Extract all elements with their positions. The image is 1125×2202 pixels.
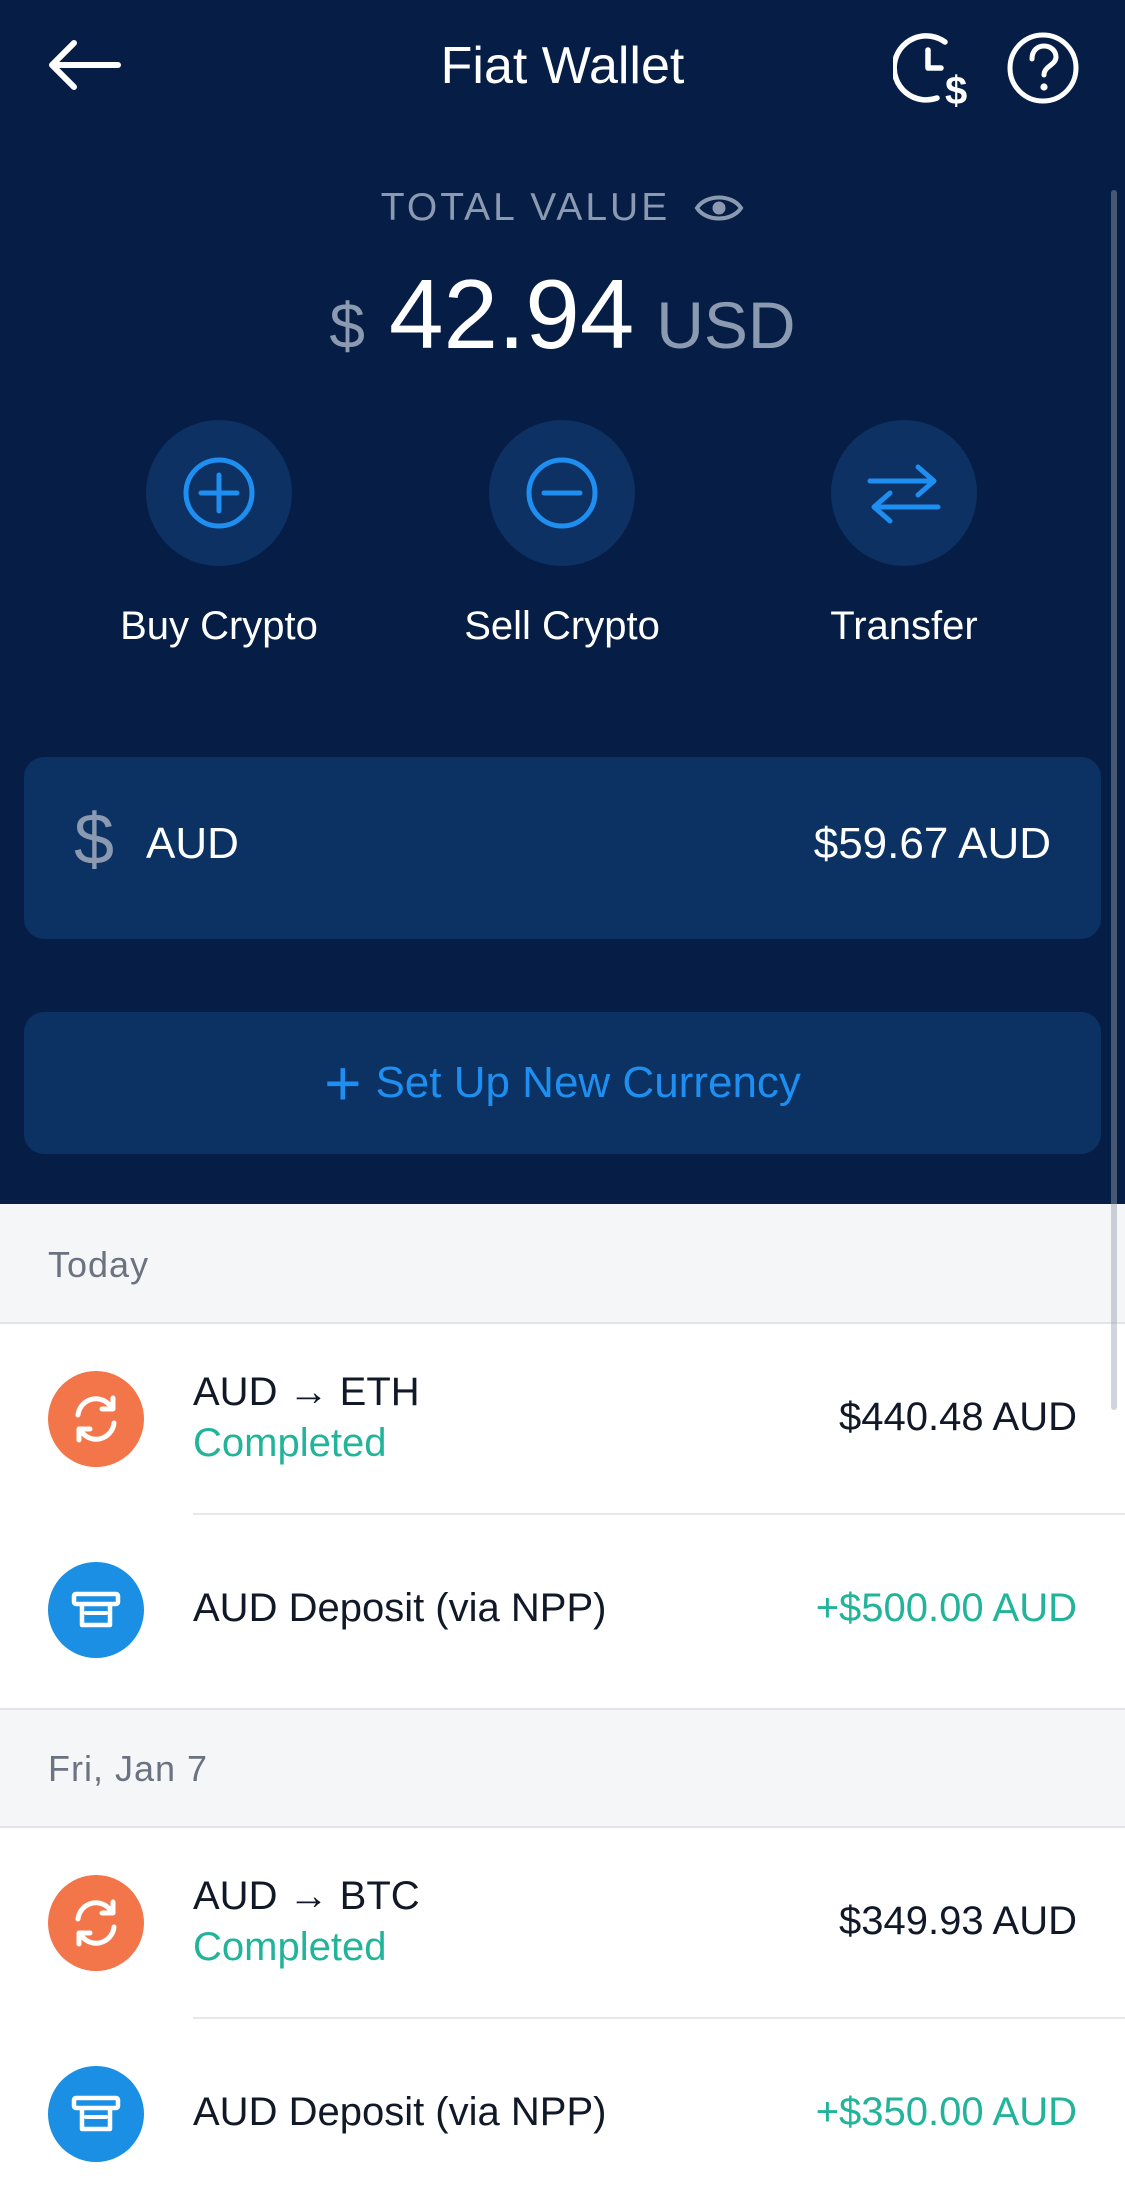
transfer-button[interactable]: Transfer — [774, 420, 1034, 649]
transaction-amount: $440.48 AUD — [839, 1395, 1077, 1439]
total-value-label-row: TOTAL VALUE — [0, 186, 1125, 230]
transaction-title: AUD Deposit (via NPP) — [193, 2090, 607, 2134]
transaction-amount: +$500.00 AUD — [815, 1586, 1077, 1630]
buy-crypto-button[interactable]: Buy Crypto — [89, 420, 349, 649]
bank-deposit-icon — [48, 2066, 144, 2162]
wallet-balance: $59.67 AUD — [813, 819, 1051, 868]
clock-dollar-icon: $ — [891, 33, 967, 113]
transaction-row[interactable]: AUD Deposit (via NPP) +$350.00 AUD — [0, 2019, 1125, 2202]
transfer-icon-circle — [831, 420, 977, 566]
wallet-currency-name: AUD — [146, 819, 239, 868]
transaction-row[interactable]: AUD Deposit (via NPP) +$500.00 AUD — [0, 1515, 1125, 1708]
balance-amount: 42.94 — [388, 259, 635, 369]
plus-icon: + — [324, 1047, 362, 1119]
transfer-label: Transfer — [830, 604, 978, 648]
buy-crypto-icon-circle — [146, 420, 292, 566]
transaction-status: Completed — [193, 1925, 387, 1969]
transaction-row[interactable]: AUD → BTC Completed $349.93 AUD — [0, 1828, 1125, 2019]
section-date: Fri, Jan 7 — [48, 1748, 209, 1789]
minus-circle-icon — [526, 457, 598, 529]
svg-text:$: $ — [945, 69, 967, 110]
section-header-today: Today — [0, 1204, 1125, 1324]
transaction-title: AUD → BTC — [193, 1874, 420, 1918]
wallet-header-panel: Fiat Wallet $ TOTAL VALUE $ 42.94 USD Bu… — [0, 0, 1125, 1204]
transaction-status: Completed — [193, 1421, 387, 1465]
transfer-arrows-icon — [867, 464, 941, 524]
transaction-amount: +$350.00 AUD — [815, 2090, 1077, 2134]
plus-circle-icon — [183, 457, 255, 529]
quick-actions: Buy Crypto Sell Crypto Transfer — [0, 420, 1125, 660]
exchange-icon — [48, 1875, 144, 1971]
section-date: Today — [48, 1244, 150, 1285]
question-circle-icon — [1007, 32, 1079, 104]
exchange-icon — [48, 1371, 144, 1467]
balance-currency-symbol: $ — [329, 290, 365, 362]
set-up-new-currency-label: Set Up New Currency — [375, 1058, 801, 1107]
bank-deposit-icon — [48, 1562, 144, 1658]
transaction-amount: $349.93 AUD — [839, 1899, 1077, 1943]
scrollbar[interactable] — [1111, 190, 1117, 1410]
section-header-jan-7: Fri, Jan 7 — [0, 1708, 1125, 1828]
total-value-label: TOTAL VALUE — [380, 186, 671, 229]
aud-dollar-icon: $ — [74, 800, 115, 880]
help-button[interactable] — [1005, 30, 1081, 106]
balance-currency: USD — [656, 288, 796, 362]
sell-crypto-icon-circle — [489, 420, 635, 566]
aud-wallet-card[interactable]: $ AUD $59.67 AUD — [24, 757, 1101, 939]
transaction-title: AUD → ETH — [193, 1370, 420, 1414]
eye-icon[interactable] — [694, 190, 744, 226]
buy-crypto-label: Buy Crypto — [120, 604, 318, 648]
set-up-new-currency-button[interactable]: + Set Up New Currency — [24, 1012, 1101, 1154]
sell-crypto-label: Sell Crypto — [464, 604, 660, 648]
history-button[interactable]: $ — [891, 30, 973, 113]
sell-crypto-button[interactable]: Sell Crypto — [432, 420, 692, 649]
transaction-row[interactable]: AUD → ETH Completed $440.48 AUD — [0, 1324, 1125, 1515]
total-balance: $ 42.94 USD — [0, 258, 1125, 371]
transaction-title: AUD Deposit (via NPP) — [193, 1586, 607, 1630]
